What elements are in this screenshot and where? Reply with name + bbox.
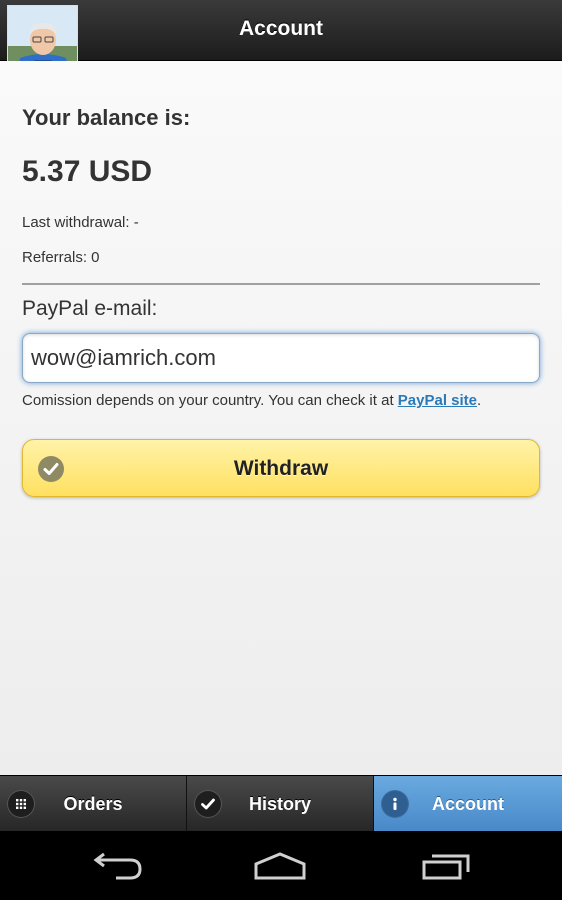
tab-account[interactable]: Account — [374, 776, 562, 832]
bottom-tab-bar: Orders History Account — [0, 775, 562, 832]
last-withdrawal-text: Last withdrawal: - — [22, 214, 139, 231]
android-navigation-bar — [0, 831, 562, 900]
referrals-text: Referrals: 0 — [22, 249, 100, 266]
paypal-email-label: PayPal e-mail: — [22, 297, 158, 320]
recents-icon[interactable] — [416, 846, 476, 886]
balance-label: Your balance is: — [22, 105, 191, 130]
tab-account-label: Account — [432, 794, 504, 814]
page-title: Account — [239, 17, 323, 40]
commission-note-text: Comission depends on your country. You c… — [22, 392, 398, 409]
withdraw-button-label: Withdraw — [233, 457, 329, 480]
app-header: Account — [0, 0, 562, 83]
back-icon[interactable] — [86, 846, 146, 886]
withdraw-button[interactable]: Withdraw — [22, 439, 540, 497]
divider — [22, 283, 540, 285]
paypal-email-input[interactable] — [22, 333, 540, 383]
tab-history[interactable]: History — [187, 776, 374, 832]
tab-orders[interactable]: Orders — [0, 776, 187, 832]
tab-history-label: History — [248, 794, 311, 814]
home-icon[interactable] — [250, 846, 310, 886]
paypal-site-link[interactable]: PayPal site — [398, 392, 477, 409]
account-content: Your balance is: 5.37 USD Last withdrawa… — [0, 61, 562, 775]
balance-value: 5.37 USD — [22, 155, 153, 188]
commission-note-suffix: . — [477, 392, 482, 409]
tab-orders-label: Orders — [63, 794, 123, 814]
commission-note: Comission depends on your country. You c… — [22, 392, 481, 409]
